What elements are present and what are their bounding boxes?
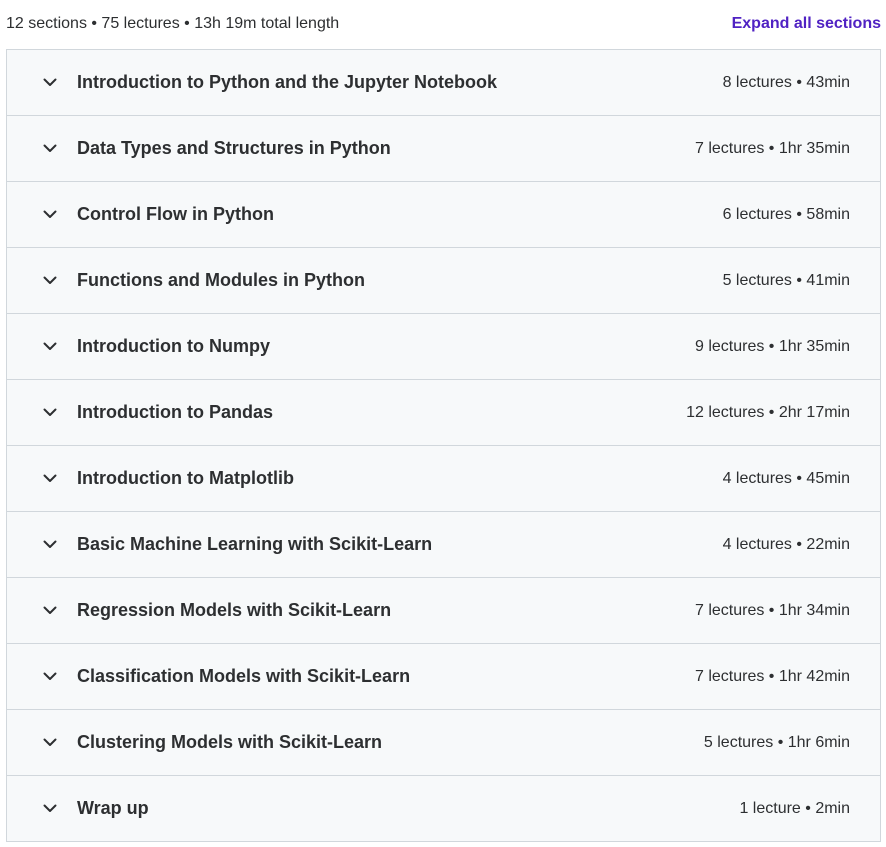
section-row[interactable]: Introduction to Numpy 9 lectures • 1hr 3… xyxy=(7,314,880,380)
section-row[interactable]: Data Types and Structures in Python 7 le… xyxy=(7,116,880,182)
section-meta: 4 lectures • 22min xyxy=(722,535,850,553)
section-meta: 12 lectures • 2hr 17min xyxy=(686,403,850,421)
curriculum-summary-bar: 12 sections • 75 lectures • 13h 19m tota… xyxy=(6,0,881,48)
section-title: Introduction to Numpy xyxy=(77,336,270,356)
section-row[interactable]: Wrap up 1 lecture • 2min xyxy=(7,776,880,841)
section-row[interactable]: Basic Machine Learning with Scikit-Learn… xyxy=(7,512,880,578)
chevron-down-icon xyxy=(42,471,58,487)
chevron-down-icon xyxy=(42,141,58,157)
section-title: Introduction to Python and the Jupyter N… xyxy=(77,72,497,92)
section-title: Wrap up xyxy=(77,798,149,818)
section-meta: 7 lectures • 1hr 34min xyxy=(694,601,850,619)
section-title: Classification Models with Scikit-Learn xyxy=(77,666,411,686)
section-row[interactable]: Introduction to Matplotlib 4 lectures • … xyxy=(7,446,880,512)
section-row[interactable]: Control Flow in Python 6 lectures • 58mi… xyxy=(7,182,880,248)
curriculum-summary: 12 sections • 75 lectures • 13h 19m tota… xyxy=(6,15,340,32)
chevron-down-icon xyxy=(42,207,58,223)
section-title: Control Flow in Python xyxy=(77,204,274,224)
chevron-down-icon xyxy=(42,537,58,553)
chevron-down-icon xyxy=(42,405,58,421)
chevron-down-icon xyxy=(42,75,58,91)
chevron-down-icon xyxy=(42,669,58,685)
section-meta: 1 lecture • 2min xyxy=(739,799,850,817)
chevron-down-icon xyxy=(42,273,58,289)
section-title: Basic Machine Learning with Scikit-Learn xyxy=(77,534,433,554)
section-row[interactable]: Functions and Modules in Python 5 lectur… xyxy=(7,248,880,314)
section-meta: 5 lectures • 41min xyxy=(722,271,850,289)
chevron-down-icon xyxy=(42,603,58,619)
expand-all-sections-button[interactable]: Expand all sections xyxy=(732,15,881,33)
chevron-down-icon xyxy=(42,801,58,817)
section-row[interactable]: Clustering Models with Scikit-Learn 5 le… xyxy=(7,710,880,776)
section-meta: 8 lectures • 43min xyxy=(722,73,850,91)
section-meta: 4 lectures • 45min xyxy=(722,469,850,487)
section-title: Introduction to Pandas xyxy=(77,402,273,422)
section-title: Introduction to Matplotlib xyxy=(77,468,294,488)
curriculum-sections: Introduction to Python and the Jupyter N… xyxy=(6,49,881,842)
chevron-down-icon xyxy=(42,735,58,751)
section-title: Regression Models with Scikit-Learn xyxy=(77,600,392,620)
section-meta: 5 lectures • 1hr 6min xyxy=(703,733,850,751)
section-title: Data Types and Structures in Python xyxy=(77,138,391,158)
section-row[interactable]: Regression Models with Scikit-Learn 7 le… xyxy=(7,578,880,644)
section-row[interactable]: Introduction to Python and the Jupyter N… xyxy=(7,50,880,116)
section-meta: 9 lectures • 1hr 35min xyxy=(694,337,850,355)
chevron-down-icon xyxy=(42,339,58,355)
section-title: Clustering Models with Scikit-Learn xyxy=(77,732,383,752)
section-meta: 7 lectures • 1hr 42min xyxy=(694,667,850,685)
section-title: Functions and Modules in Python xyxy=(77,270,365,290)
section-meta: 7 lectures • 1hr 35min xyxy=(694,139,850,157)
section-row[interactable]: Classification Models with Scikit-Learn … xyxy=(7,644,880,710)
section-meta: 6 lectures • 58min xyxy=(722,205,850,223)
section-row[interactable]: Introduction to Pandas 12 lectures • 2hr… xyxy=(7,380,880,446)
